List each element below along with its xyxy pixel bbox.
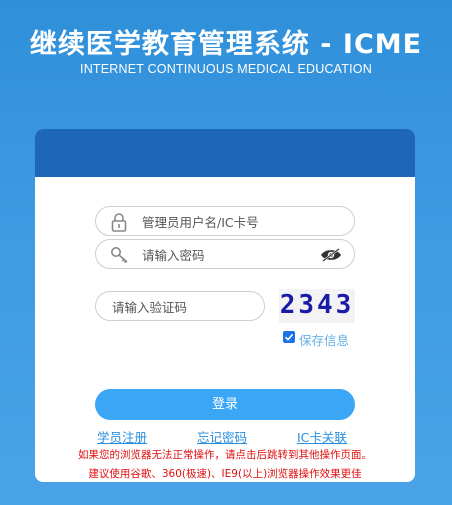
username-field[interactable] — [95, 206, 355, 237]
login-button[interactable]: 登录 — [95, 389, 355, 420]
register-link[interactable]: 学员注册 — [97, 427, 147, 446]
browser-recommendation: 建议使用谷歌、360(极速)、IE9(以上)浏览器操作效果更佳 — [88, 468, 362, 480]
page-title: 继续医学教育管理系统 - ICME — [29, 29, 423, 60]
login-panel-header — [35, 129, 415, 177]
remember-label: 保存信息 — [299, 333, 350, 348]
captcha-field[interactable] — [95, 291, 265, 322]
browser-notice: 如果您的浏览器无法正常操作，请点击后跳转到其他操作页面。 — [78, 449, 372, 461]
eye-icon[interactable] — [320, 247, 342, 262]
ic-card-link[interactable]: IC卡关联 — [297, 427, 347, 446]
key-icon — [110, 246, 130, 264]
password-input[interactable] — [140, 240, 324, 270]
lock-icon — [110, 212, 128, 232]
captcha-image[interactable]: 2343 — [279, 289, 355, 323]
checkbox-checked-icon[interactable] — [283, 331, 295, 343]
username-input[interactable] — [140, 207, 324, 237]
forgot-password-link[interactable]: 忘记密码 — [197, 427, 247, 446]
password-field[interactable] — [95, 239, 355, 270]
page-subtitle: INTERNET CONTINUOUS MEDICAL EDUCATION — [80, 62, 372, 76]
login-panel: 2343 保存信息 登录 学员注册 忘记密码 IC卡关联 如果您的浏览器无法正常… — [35, 129, 415, 482]
captcha-input[interactable] — [110, 292, 264, 322]
captcha-text: 2343 — [279, 290, 355, 320]
